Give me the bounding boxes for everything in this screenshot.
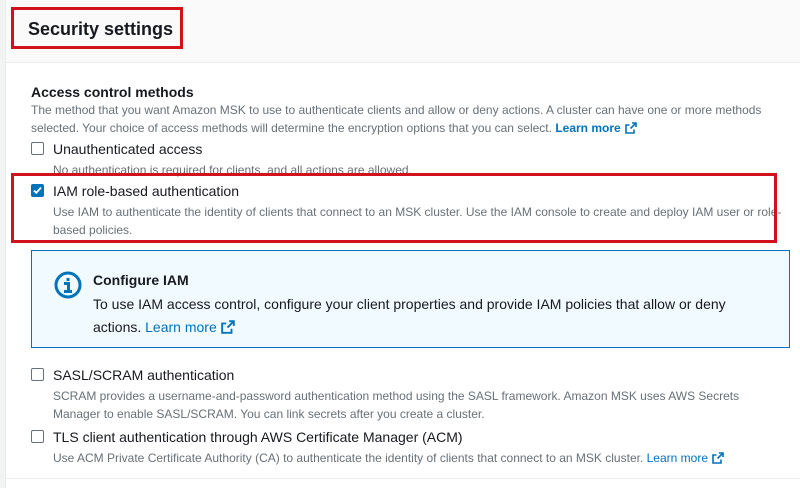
tls-acm-description-text: Use ACM Private Certificate Authority (C…: [53, 451, 644, 465]
tls-acm-description: Use ACM Private Certificate Authority (C…: [53, 449, 788, 467]
section-title: Security settings: [28, 19, 174, 39]
tls-learn-more-label: Learn more: [646, 451, 708, 465]
info-learn-more-label: Learn more: [145, 319, 217, 335]
external-link-icon: [624, 122, 637, 134]
tls-acm-checkbox[interactable]: [31, 430, 44, 443]
configure-iam-alert: Configure IAM To use IAM access control,…: [31, 250, 790, 348]
external-link-icon: [220, 320, 235, 334]
access-control-title: Access control methods: [31, 84, 194, 100]
security-settings-panel: Security settings Access control methods…: [5, 0, 800, 488]
access-control-description: The method that you want Amazon MSK to u…: [31, 101, 791, 137]
sasl-scram-checkbox[interactable]: [31, 368, 44, 381]
unauthenticated-label: Unauthenticated access: [53, 141, 203, 157]
access-control-description-text: The method that you want Amazon MSK to u…: [31, 103, 762, 135]
sasl-scram-description: SCRAM provides a username-and-password a…: [53, 389, 740, 421]
info-learn-more-link[interactable]: Learn more: [145, 319, 235, 335]
info-icon: [54, 271, 82, 299]
iam-label: IAM role-based authentication: [53, 183, 239, 199]
check-icon: [33, 186, 42, 195]
iam-checkbox[interactable]: [31, 184, 44, 197]
external-link-icon: [712, 452, 724, 464]
info-title: Configure IAM: [93, 272, 189, 288]
section-header: Security settings: [6, 0, 800, 63]
unauthenticated-description: No authentication is required for client…: [53, 163, 412, 177]
unauthenticated-checkbox[interactable]: [31, 142, 44, 155]
bottom-divider: [6, 478, 800, 479]
learn-more-link[interactable]: Learn more: [555, 121, 637, 135]
info-body: To use IAM access control, configure you…: [93, 293, 773, 339]
iam-description: Use IAM to authenticate the identity of …: [53, 205, 782, 237]
tls-acm-label: TLS client authentication through AWS Ce…: [53, 429, 463, 445]
sasl-scram-label: SASL/SCRAM authentication: [53, 367, 235, 383]
learn-more-label: Learn more: [555, 121, 621, 135]
tls-learn-more-link[interactable]: Learn more: [647, 451, 724, 465]
